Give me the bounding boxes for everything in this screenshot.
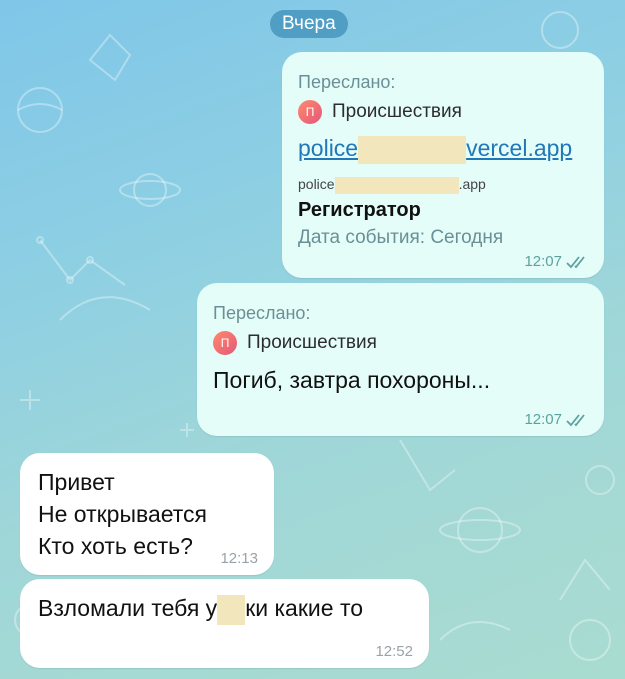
message-bubble-incoming[interactable]: Привет Не открывается Кто хоть есть? 12:… — [20, 453, 274, 575]
channel-avatar-icon: П — [213, 331, 237, 355]
message-meta: 12:07 — [524, 411, 590, 428]
message-time: 12:07 — [524, 411, 562, 428]
preview-url-suffix: .app — [458, 176, 486, 192]
preview-url[interactable]: police .app — [298, 176, 486, 194]
link-prefix: police — [298, 135, 359, 161]
double-check-icon — [566, 413, 585, 426]
message-bubble-incoming[interactable]: Взломали тебя у ки какие то 12:52 — [20, 579, 429, 668]
channel-avatar-icon: П — [298, 100, 322, 124]
double-check-icon — [566, 255, 585, 268]
message-line: Кто хоть есть? — [38, 533, 193, 559]
preview-url-prefix: police — [298, 176, 335, 192]
message-text: Взломали тебя у ки какие то — [38, 595, 363, 625]
message-line: Привет — [38, 469, 115, 495]
preview-description: Дата события: Сегодня — [298, 227, 504, 248]
date-separator: Вчера — [270, 10, 348, 38]
source-name: Происшествия — [247, 332, 377, 353]
preview-title: Регистратор — [298, 199, 421, 221]
message-time: 12:52 — [375, 643, 413, 660]
source-name: Происшествия — [332, 101, 462, 122]
redaction — [217, 595, 246, 625]
message-text-start: Взломали тебя у — [38, 595, 218, 622]
forwarded-label: Переслано: — [213, 303, 311, 323]
forwarded-label: Переслано: — [298, 72, 396, 92]
redaction — [358, 135, 467, 164]
link-suffix: vercel.app — [466, 135, 573, 161]
message-text: Погиб, завтра похороны... — [213, 367, 491, 393]
message-time: 12:13 — [220, 550, 258, 567]
message-bubble-forwarded-link[interactable]: Переслано: П Происшествия police vercel.a… — [282, 52, 604, 278]
message-link[interactable]: police vercel.app — [298, 135, 572, 164]
message-line: Не открывается — [38, 501, 208, 527]
message-text-end: ки какие то — [245, 595, 364, 622]
forward-source[interactable]: П Происшествия — [213, 331, 377, 355]
forward-source[interactable]: П Происшествия — [298, 100, 462, 124]
message-bubble-forwarded-text[interactable]: Переслано: П Происшествия Погиб, завтра … — [197, 283, 604, 436]
message-time: 12:07 — [524, 253, 562, 270]
redaction — [334, 176, 459, 194]
message-meta: 12:07 — [524, 253, 590, 270]
